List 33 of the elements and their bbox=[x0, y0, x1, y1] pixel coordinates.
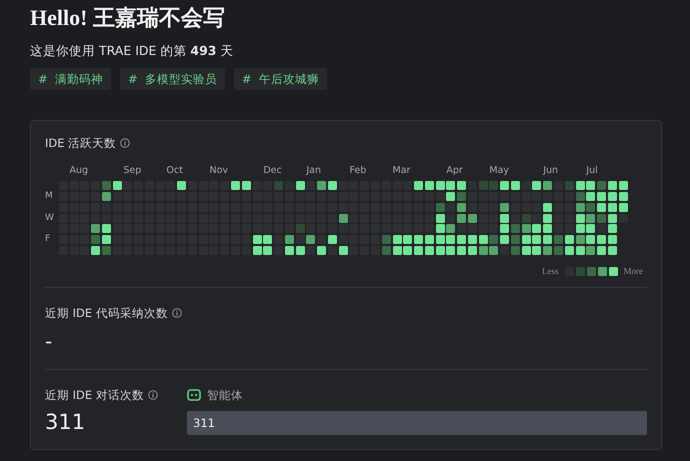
robot-icon bbox=[187, 389, 201, 402]
info-icon[interactable] bbox=[120, 138, 130, 148]
legend-label: Less bbox=[542, 266, 558, 276]
agent-count-bar: 311 bbox=[187, 411, 647, 436]
usage-days-text: 这是你使用 TRAE IDE 的第 493 天 bbox=[30, 42, 234, 60]
info-icon[interactable] bbox=[172, 308, 182, 318]
month-label: Oct bbox=[166, 165, 183, 178]
tag: # 午后攻城狮 bbox=[234, 68, 327, 90]
greeting-title: Hello! 王嘉瑞不会写 bbox=[30, 4, 226, 32]
month-label: Feb bbox=[349, 165, 366, 178]
weekday-label: M bbox=[45, 192, 54, 201]
weekday-label: W bbox=[45, 214, 55, 223]
month-label: Nov bbox=[209, 165, 228, 178]
month-label: Sep bbox=[123, 165, 142, 178]
month-label: Apr bbox=[446, 165, 463, 178]
section-title: 近期 IDE 对话次数 bbox=[45, 387, 144, 404]
month-label: Dec bbox=[263, 165, 282, 178]
month-label: Jun bbox=[543, 165, 558, 178]
tag: # 多模型实验员 bbox=[120, 68, 225, 90]
tag: # 满勤码神 bbox=[30, 68, 111, 90]
month-label: Mar bbox=[392, 165, 410, 178]
month-label: Aug bbox=[70, 165, 88, 178]
legend-label: More bbox=[624, 266, 643, 276]
info-icon[interactable] bbox=[148, 390, 158, 400]
weekday-label: F bbox=[45, 235, 52, 244]
agent-label: 智能体 bbox=[207, 388, 243, 403]
adoption-count: - bbox=[45, 329, 54, 356]
section-title: 近期 IDE 代码采纳次数 bbox=[45, 305, 168, 322]
chat-count: 311 bbox=[45, 409, 86, 436]
month-label: Jul bbox=[586, 165, 598, 178]
section-title: IDE 活跃天数 bbox=[45, 135, 116, 151]
month-label: May bbox=[489, 165, 510, 178]
month-label: Jan bbox=[306, 165, 322, 178]
